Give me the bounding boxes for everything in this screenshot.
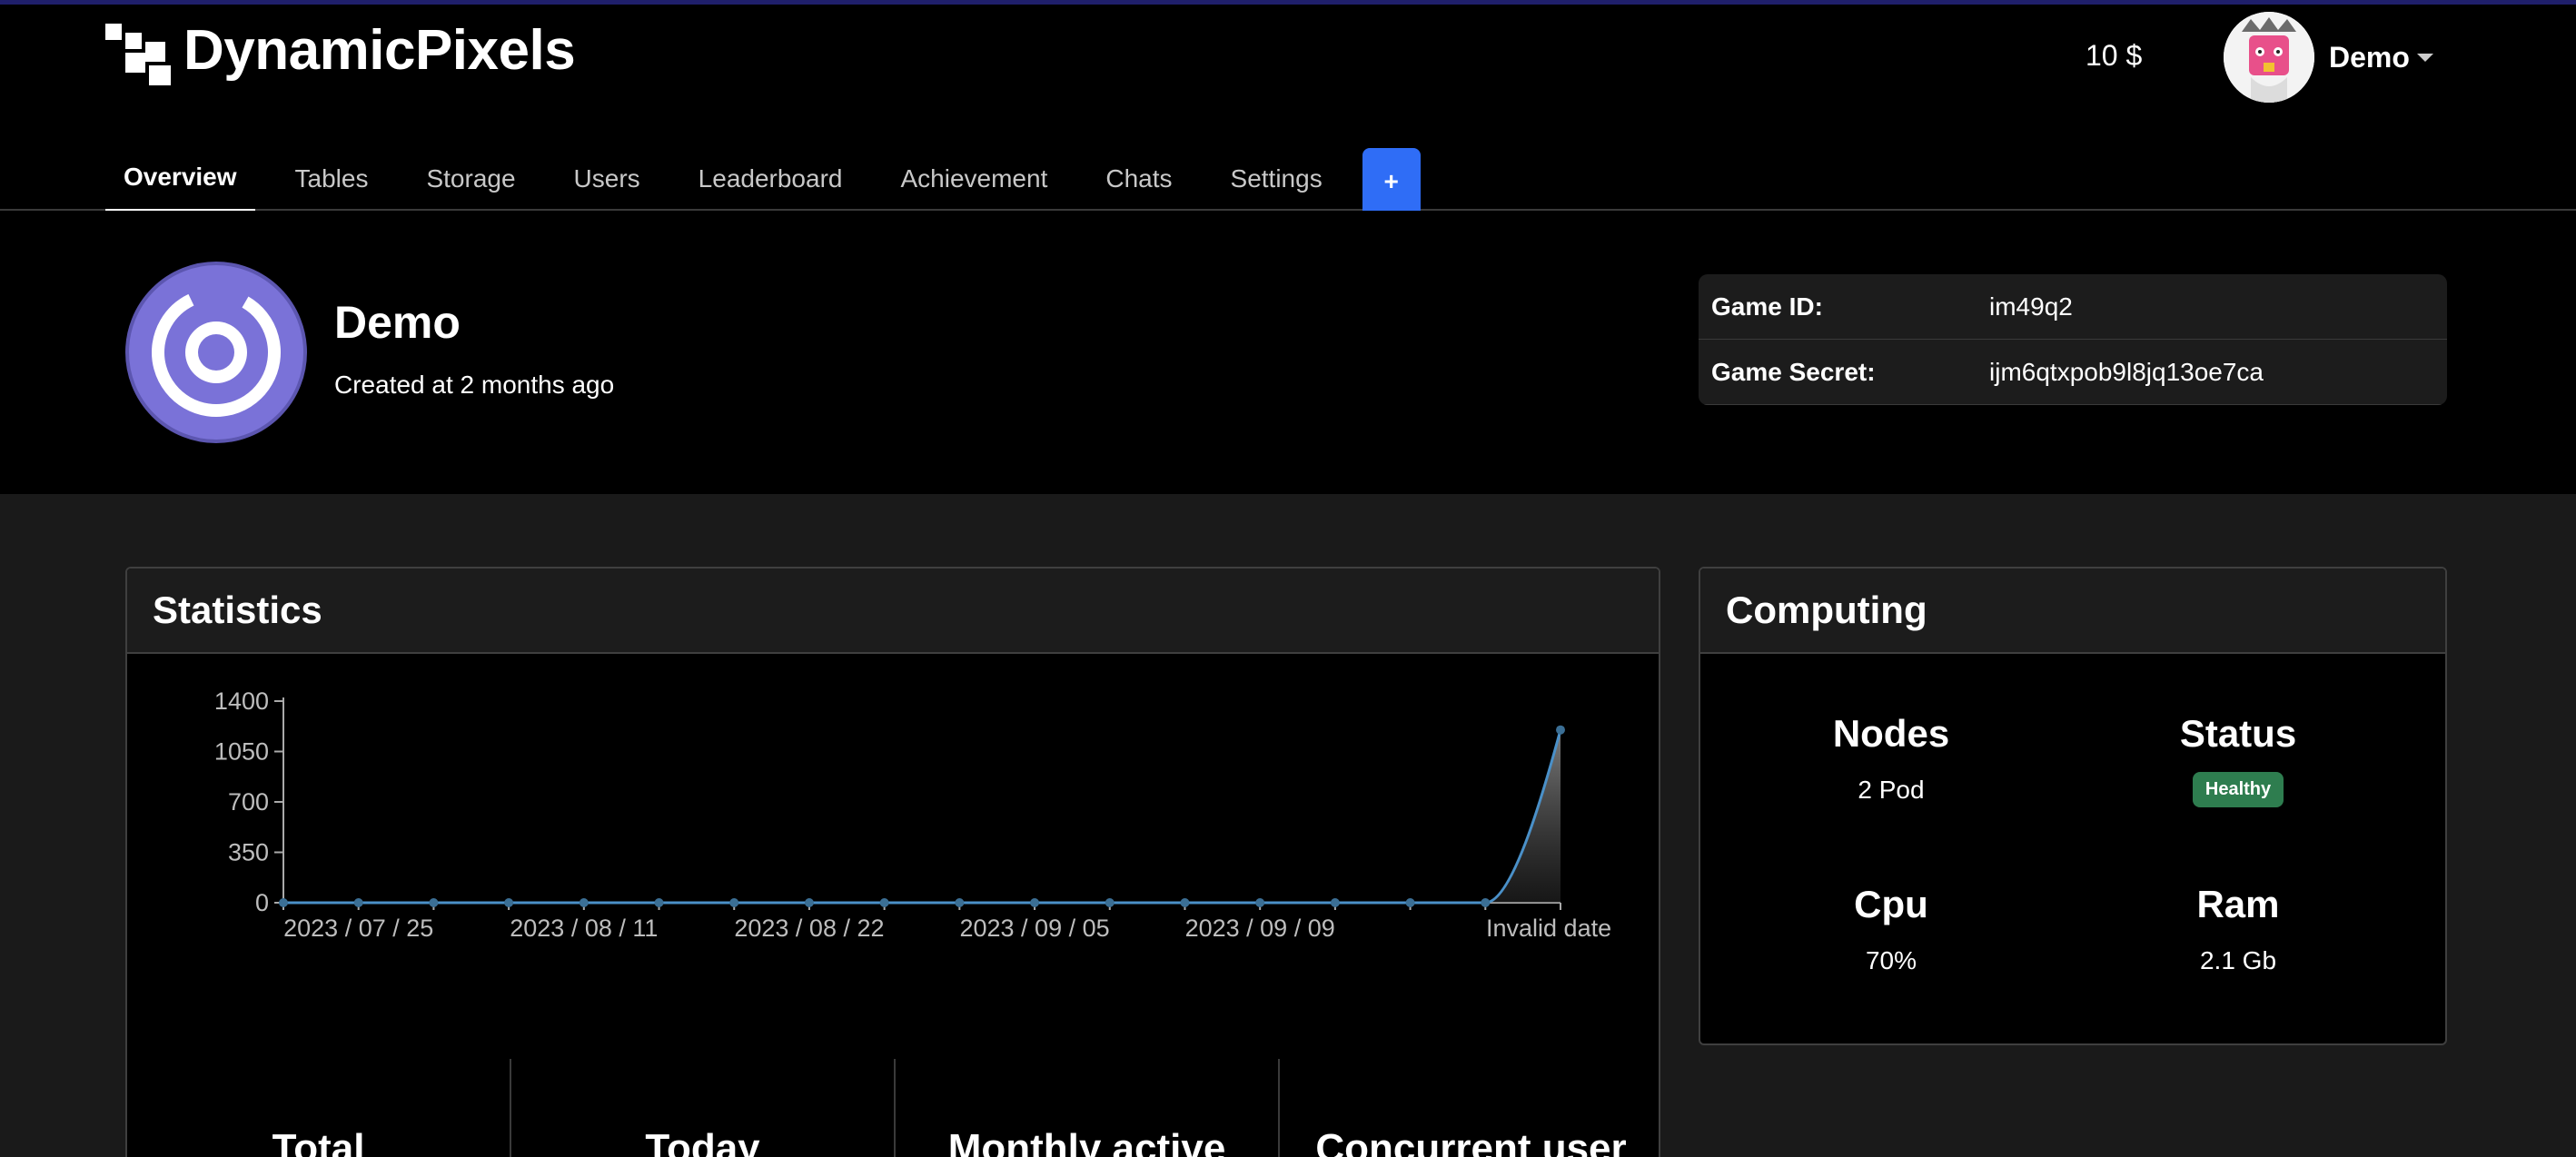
chevron-down-icon xyxy=(2416,53,2433,62)
user-menu[interactable]: Demo xyxy=(2224,12,2433,103)
data-point xyxy=(1330,898,1340,907)
computing-card: Computing Nodes 2 Pod Status Healthy Cpu… xyxy=(1699,567,2447,1045)
data-point xyxy=(429,898,439,907)
x-tick-label: 2023 / 09 / 05 xyxy=(959,915,1109,942)
avatar xyxy=(2224,12,2314,103)
data-point xyxy=(1180,898,1190,907)
x-tick-label: 2023 / 08 / 11 xyxy=(510,915,658,942)
status-label: Status xyxy=(2179,712,2297,755)
tab-achievement[interactable]: Achievement xyxy=(882,141,1065,213)
brand-name: DynamicPixels xyxy=(183,19,576,82)
status-badge: Healthy xyxy=(2192,772,2284,807)
ram-metric: Ram 2.1 Gb xyxy=(2066,883,2411,975)
tab-overview[interactable]: Overview xyxy=(105,141,255,213)
data-point xyxy=(955,898,965,907)
tab-chats[interactable]: Chats xyxy=(1087,141,1190,213)
y-tick-label: 0 xyxy=(255,889,269,916)
y-tick-label: 1050 xyxy=(214,738,269,766)
data-point xyxy=(579,898,589,907)
avatar-icon xyxy=(2224,12,2314,103)
tab-settings[interactable]: Settings xyxy=(1213,141,1341,213)
data-point xyxy=(654,898,664,907)
main-tabs: Overview Tables Storage Users Leaderboar… xyxy=(105,141,1421,215)
ram-value: 2.1 Gb xyxy=(2199,946,2277,974)
statistics-totals: Total Today Monthly active Concurrent us… xyxy=(127,1059,1659,1157)
status-metric: Status Healthy xyxy=(2066,712,2411,807)
computing-metrics: Nodes 2 Pod Status Healthy Cpu 70% Ram 2… xyxy=(1700,654,2445,1043)
game-id-value[interactable]: im49q2 xyxy=(1989,292,2073,321)
tab-storage[interactable]: Storage xyxy=(408,141,533,213)
data-point xyxy=(1481,898,1491,907)
total-label: Total xyxy=(127,1059,511,1157)
cpu-label: Cpu xyxy=(1854,883,1928,925)
data-point xyxy=(1405,898,1415,907)
data-point xyxy=(804,898,814,907)
brand-logo-icon xyxy=(105,24,178,85)
game-logo xyxy=(125,262,307,443)
user-name: Demo xyxy=(2329,40,2410,74)
computing-title: Computing xyxy=(1700,569,2445,654)
monthly-active-label: Monthly active xyxy=(896,1059,1280,1157)
statistics-title: Statistics xyxy=(127,569,1659,654)
nodes-value: 2 Pod xyxy=(1858,776,1925,804)
x-tick-label: 2023 / 07 / 25 xyxy=(283,915,433,942)
y-tick-label: 700 xyxy=(228,788,269,816)
tab-users[interactable]: Users xyxy=(556,141,659,213)
concurrent-user-label: Concurrent user xyxy=(1315,1126,1627,1157)
game-id-label: Game ID: xyxy=(1711,292,1823,321)
game-created-at: Created at 2 months ago xyxy=(334,371,615,399)
data-point xyxy=(879,898,889,907)
x-tick-label: 2023 / 09 / 09 xyxy=(1185,915,1335,942)
nodes-metric: Nodes 2 Pod xyxy=(1719,712,2064,805)
game-logo-icon xyxy=(152,288,281,417)
game-secret-value[interactable]: ijm6qtxpob9l8jq13oe7ca xyxy=(1989,358,2264,387)
today-label: Today xyxy=(511,1059,896,1157)
game-id-row: Game ID: im49q2 xyxy=(1699,274,2447,340)
y-tick-label: 350 xyxy=(228,839,269,866)
data-point xyxy=(353,898,363,907)
y-tick-label: 1400 xyxy=(214,687,269,715)
game-secret-row: Game Secret: ijm6qtxpob9l8jq13oe7ca xyxy=(1699,340,2447,405)
x-tick-label: 2023 / 08 / 22 xyxy=(734,915,884,942)
game-title: Demo xyxy=(334,297,461,348)
series-line xyxy=(283,729,1562,905)
game-credentials-table: Game ID: im49q2 Game Secret: ijm6qtxpob9… xyxy=(1699,274,2447,405)
cpu-value: 70% xyxy=(1865,946,1917,974)
data-point xyxy=(1105,898,1115,907)
statistics-chart: 0 350 700 1050 1400 2023 / 07 / 25 2023 / 08 /… xyxy=(214,687,1611,942)
data-point xyxy=(729,898,739,907)
series-area xyxy=(283,729,1560,903)
data-point xyxy=(504,898,514,907)
game-secret-label: Game Secret: xyxy=(1711,357,1876,386)
data-point xyxy=(1030,898,1040,907)
tab-tables[interactable]: Tables xyxy=(277,141,387,213)
account-balance: 10 $ xyxy=(2086,39,2143,72)
brand-logo[interactable]: DynamicPixels xyxy=(105,19,576,85)
statistics-card: Statistics 0 350 700 1050 1400 2023 / 07 / 25… xyxy=(125,567,1660,1157)
tab-leaderboard[interactable]: Leaderboard xyxy=(680,141,861,213)
top-bar: DynamicPixels 10 $ Demo Overview Tables … xyxy=(0,0,2576,215)
ram-label: Ram xyxy=(2196,883,2280,925)
add-tab-button[interactable]: + xyxy=(1362,148,1421,215)
cpu-metric: Cpu 70% xyxy=(1719,883,2064,975)
data-point xyxy=(1255,898,1265,907)
data-point xyxy=(1556,725,1565,735)
nodes-label: Nodes xyxy=(1832,712,1950,755)
data-point xyxy=(279,898,288,907)
x-tick-label: Invalid date xyxy=(1486,915,1611,942)
